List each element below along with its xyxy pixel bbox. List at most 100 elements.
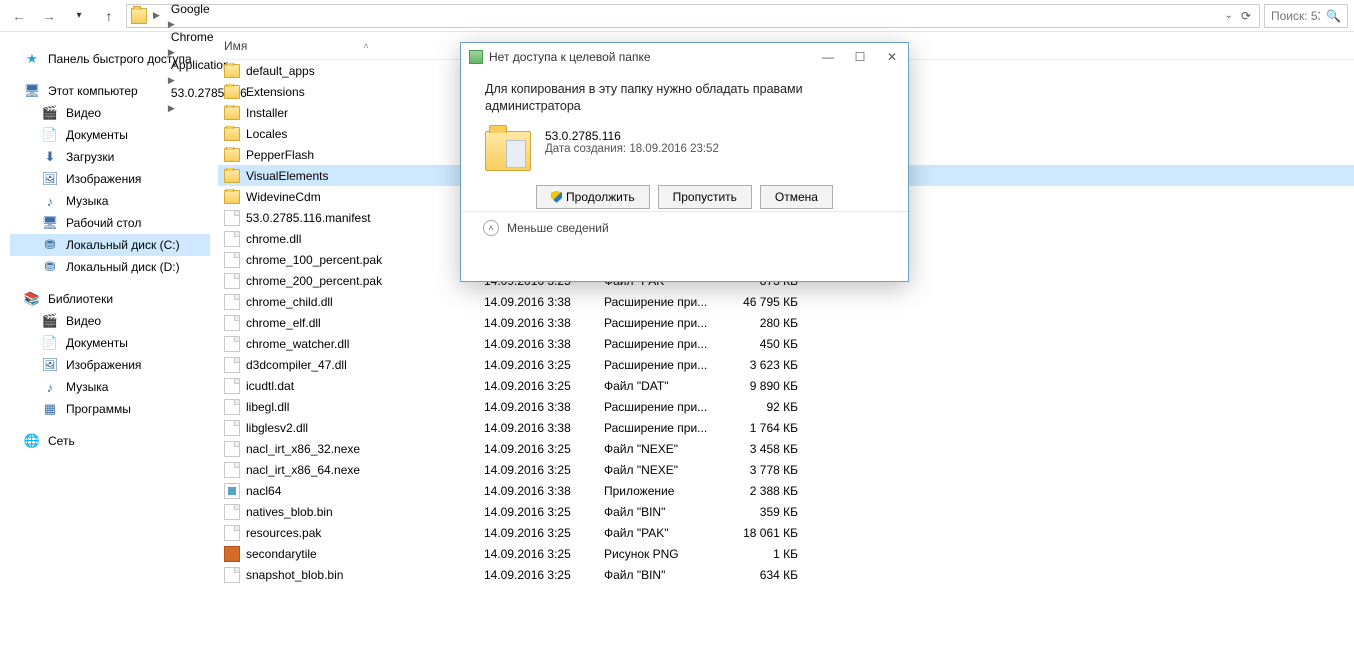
file-name: nacl_irt_x86_64.nexe xyxy=(246,463,360,477)
sidebar-item-label: Локальный диск (C:) xyxy=(66,238,180,252)
file-row[interactable]: nacl6414.09.2016 3:38Приложение2 388 КБ xyxy=(218,480,1354,501)
sidebar-this-pc[interactable]: 🖥Этот компьютер xyxy=(10,80,210,102)
sidebar-item[interactable]: 🖼 Изображения xyxy=(10,168,210,190)
file-date: 14.09.2016 3:38 xyxy=(478,421,598,435)
sidebar-item-icon: ▦ xyxy=(42,401,58,417)
folder-icon xyxy=(131,8,147,24)
file-name: resources.pak xyxy=(246,526,321,540)
file-row[interactable]: libegl.dll14.09.2016 3:38Расширение при.… xyxy=(218,396,1354,417)
sidebar-item-label: Музыка xyxy=(66,380,108,394)
forward-button[interactable]: → xyxy=(36,4,62,28)
breadcrumb-bar[interactable]: ▶ Этот компьютер▶Локальный диск (C:)▶Pro… xyxy=(126,4,1260,28)
file-row[interactable]: chrome_watcher.dll14.09.2016 3:38Расшире… xyxy=(218,333,1354,354)
sidebar-item-label: Документы xyxy=(66,128,128,142)
dialog-footer[interactable]: ˄ Меньше сведений xyxy=(461,211,908,245)
up-button[interactable]: ↑ xyxy=(96,4,122,28)
breadcrumb-item[interactable]: Google xyxy=(166,2,290,16)
file-size: 3 458 КБ xyxy=(728,442,804,456)
close-button[interactable]: ✕ xyxy=(882,50,902,64)
file-row[interactable]: nacl_irt_x86_64.nexe14.09.2016 3:25Файл … xyxy=(218,459,1354,480)
column-name[interactable]: Имя˄ xyxy=(218,39,478,53)
sidebar-item-label: Изображения xyxy=(66,358,141,372)
dialog-app-icon xyxy=(469,50,483,64)
cancel-button[interactable]: Отмена xyxy=(760,185,833,209)
sidebar-item[interactable]: 🎬 Видео xyxy=(10,102,210,124)
maximize-button[interactable]: ☐ xyxy=(850,50,870,64)
quick-access-label: Панель быстрого доступа xyxy=(48,52,192,66)
sidebar-item-icon: 🎬 xyxy=(42,105,58,121)
file-name: chrome_200_percent.pak xyxy=(246,274,382,288)
file-size: 2 388 КБ xyxy=(728,484,804,498)
file-row[interactable]: icudtl.dat14.09.2016 3:25Файл "DAT"9 890… xyxy=(218,375,1354,396)
libraries-icon: 📚 xyxy=(24,291,40,307)
sidebar-item-label: Видео xyxy=(66,106,101,120)
sidebar-item-label: Изображения xyxy=(66,172,141,186)
file-row[interactable]: chrome_child.dll14.09.2016 3:38Расширени… xyxy=(218,291,1354,312)
file-name: d3dcompiler_47.dll xyxy=(246,358,347,372)
sidebar-item[interactable]: ♪Музыка xyxy=(10,376,210,398)
sidebar-item[interactable]: 📄Документы xyxy=(10,332,210,354)
file-name: snapshot_blob.bin xyxy=(246,568,343,582)
refresh-icon[interactable]: ⟳ xyxy=(1237,9,1255,23)
dropdown-icon[interactable]: ⌄ xyxy=(1225,10,1233,21)
sidebar-quick-access[interactable]: ★Панель быстрого доступа xyxy=(10,48,210,70)
file-row[interactable]: d3dcompiler_47.dll14.09.2016 3:25Расшире… xyxy=(218,354,1354,375)
file-row[interactable]: natives_blob.bin14.09.2016 3:25Файл "BIN… xyxy=(218,501,1354,522)
file-date: 14.09.2016 3:25 xyxy=(478,526,598,540)
file-row[interactable]: chrome_elf.dll14.09.2016 3:38Расширение … xyxy=(218,312,1354,333)
file-size: 92 КБ xyxy=(728,400,804,414)
file-date: 14.09.2016 3:25 xyxy=(478,568,598,582)
sidebar-item[interactable]: 🖼Изображения xyxy=(10,354,210,376)
file-size: 1 КБ xyxy=(728,547,804,561)
file-name: libglesv2.dll xyxy=(246,421,308,435)
file-type: Приложение xyxy=(598,484,728,498)
file-date: 14.09.2016 3:25 xyxy=(478,463,598,477)
file-name: libegl.dll xyxy=(246,400,289,414)
file-row[interactable]: secondarytile14.09.2016 3:25Рисунок PNG1… xyxy=(218,543,1354,564)
column-name-label: Имя xyxy=(224,39,247,53)
file-type: Расширение при... xyxy=(598,295,728,309)
back-button[interactable]: ← xyxy=(6,4,32,28)
file-row[interactable]: resources.pak14.09.2016 3:25Файл "PAK"18… xyxy=(218,522,1354,543)
sidebar-item-icon: ⛃ xyxy=(42,237,58,253)
file-size: 634 КБ xyxy=(728,568,804,582)
file-size: 3 778 КБ xyxy=(728,463,804,477)
file-name: nacl_irt_x86_32.nexe xyxy=(246,442,360,456)
sidebar-item[interactable]: 🖥Рабочий стол xyxy=(10,212,210,234)
continue-button[interactable]: Продолжить xyxy=(536,185,650,209)
network-icon: 🌐 xyxy=(24,433,40,449)
this-pc-label: Этот компьютер xyxy=(48,84,138,98)
file-size: 1 764 КБ xyxy=(728,421,804,435)
sidebar-item[interactable]: ♪Музыка xyxy=(10,190,210,212)
file-name: nacl64 xyxy=(246,484,281,498)
search-input[interactable] xyxy=(1271,9,1320,23)
file-type: Расширение при... xyxy=(598,421,728,435)
sidebar-libraries[interactable]: 📚 Библиотеки xyxy=(10,288,210,310)
file-date: 14.09.2016 3:38 xyxy=(478,295,598,309)
sidebar-item[interactable]: ⛃Локальный диск (D:) xyxy=(10,256,210,278)
sidebar-item[interactable]: ▦Программы xyxy=(10,398,210,420)
sidebar-item-icon: 📄 xyxy=(42,335,58,351)
file-icon xyxy=(224,315,240,331)
recent-dropdown[interactable]: ▾ xyxy=(66,4,92,28)
file-size: 46 795 КБ xyxy=(728,295,804,309)
file-row[interactable]: libglesv2.dll 14.09.2016 3:38Расширение п… xyxy=(218,417,1354,438)
file-icon xyxy=(224,483,240,499)
minimize-button[interactable]: — xyxy=(818,50,838,64)
sidebar-network[interactable]: 🌐Сеть xyxy=(10,430,210,452)
file-row[interactable]: nacl_irt_x86_32.nexe14.09.2016 3:25Файл … xyxy=(218,438,1354,459)
skip-button[interactable]: Пропустить xyxy=(658,185,752,209)
file-name: Extensions xyxy=(246,85,305,99)
sidebar-item[interactable]: 📄Документы xyxy=(10,124,210,146)
file-name: VisualElements xyxy=(246,169,329,183)
file-row[interactable]: snapshot_blob.bin14.09.2016 3:25Файл "BI… xyxy=(218,564,1354,585)
libraries-label: Библиотеки xyxy=(48,292,113,306)
sidebar-item[interactable]: ⛃ Локальный диск (C:) xyxy=(10,234,210,256)
dialog-titlebar[interactable]: Нет доступа к целевой папке — ☐ ✕ xyxy=(461,43,908,71)
file-icon xyxy=(224,127,240,141)
sidebar-item[interactable]: ⬇Загрузки xyxy=(10,146,210,168)
sidebar-item-label: Музыка xyxy=(66,194,108,208)
sidebar-item[interactable]: 🎬Видео xyxy=(10,310,210,332)
sidebar-item-icon: 🖼 xyxy=(42,171,58,187)
search-box[interactable]: 🔍 xyxy=(1264,4,1348,28)
